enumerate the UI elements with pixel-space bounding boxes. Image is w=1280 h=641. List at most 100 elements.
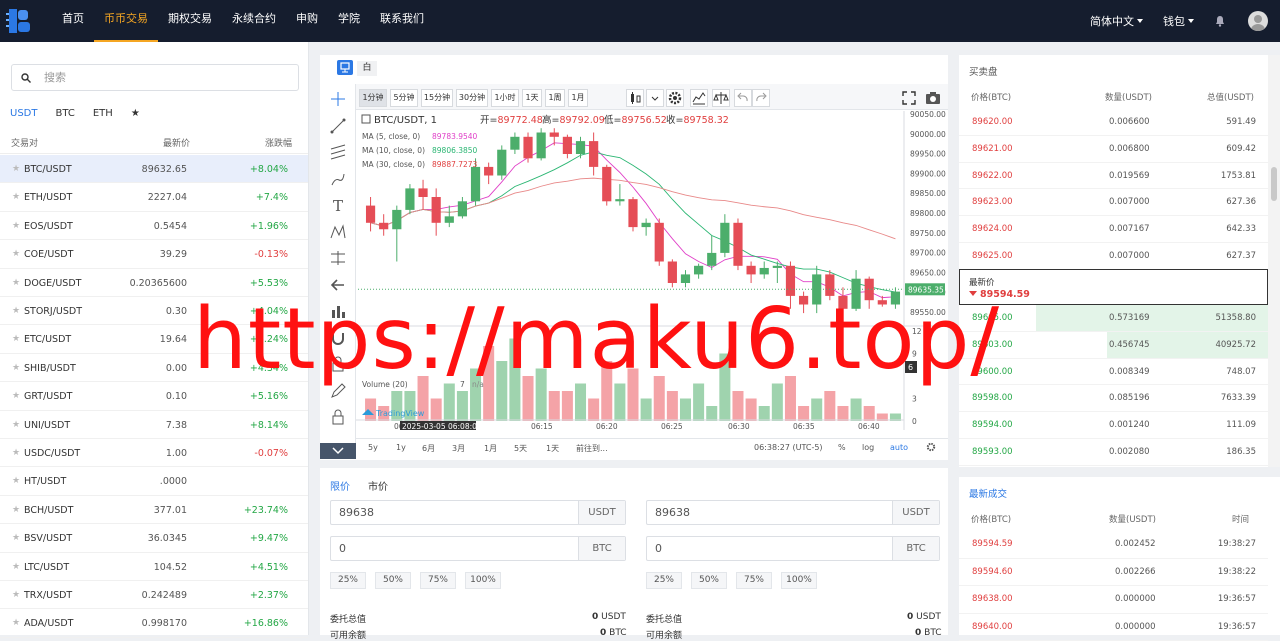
candle-type-icon[interactable] bbox=[626, 89, 644, 107]
range-button[interactable]: 5天 bbox=[514, 443, 527, 454]
market-row[interactable]: ★ ADA/USDT 0.998170 +16.86% bbox=[0, 609, 308, 638]
crosshair-icon[interactable] bbox=[329, 90, 347, 108]
buy-percent-button[interactable]: 50% bbox=[375, 572, 411, 589]
market-row[interactable]: ★ STORJ/USDT 0.30 +4.04% bbox=[0, 297, 308, 326]
pattern-icon[interactable] bbox=[329, 223, 347, 241]
market-row[interactable]: ★ BTC/USDT 89632.65 +8.04% bbox=[0, 155, 308, 184]
star-icon[interactable]: ★ bbox=[12, 562, 20, 572]
ask-row[interactable]: 89624.00 0.007167 642.33 bbox=[959, 216, 1268, 243]
bid-row[interactable]: 89605.00 0.573169 51358.80 bbox=[959, 305, 1268, 332]
interval-button[interactable]: 5分钟 bbox=[390, 89, 418, 107]
indicators-icon[interactable] bbox=[690, 89, 708, 107]
nav-link-2[interactable]: 期权交易 bbox=[158, 0, 222, 42]
ask-row[interactable]: 89623.00 0.007000 627.36 bbox=[959, 189, 1268, 217]
buy-percent-button[interactable]: 25% bbox=[330, 572, 366, 589]
sell-percent-button[interactable]: 50% bbox=[691, 572, 727, 589]
star-icon[interactable]: ★ bbox=[12, 192, 20, 202]
nav-link-5[interactable]: 学院 bbox=[328, 0, 370, 42]
interval-button[interactable]: 1周 bbox=[545, 89, 565, 107]
market-row[interactable]: ★ UNI/USDT 7.38 +8.14% bbox=[0, 411, 308, 439]
market-row[interactable]: ★ EOS/USDT 0.5454 +1.96% bbox=[0, 212, 308, 241]
nav-link-3[interactable]: 永续合约 bbox=[222, 0, 286, 42]
market-row[interactable]: ★ ETH/USDT 2227.04 +7.4% bbox=[0, 183, 308, 212]
brush-icon[interactable] bbox=[329, 170, 347, 188]
market-tab-1[interactable]: BTC bbox=[55, 108, 74, 119]
percent-scale-button[interactable]: % bbox=[838, 443, 846, 452]
star-icon[interactable]: ★ bbox=[12, 334, 20, 344]
fib-icon[interactable] bbox=[329, 143, 347, 161]
market-row[interactable]: ★ COE/USDT 39.29 -0.13% bbox=[0, 240, 308, 269]
logo-icon[interactable] bbox=[6, 7, 34, 35]
star-icon[interactable]: ★ bbox=[12, 476, 20, 486]
redo-icon[interactable] bbox=[752, 89, 770, 107]
market-row[interactable]: ★ HT/USDT .0000 bbox=[0, 467, 308, 496]
arrow-left-icon[interactable] bbox=[329, 276, 347, 294]
interval-button[interactable]: 1小时 bbox=[491, 89, 519, 107]
candlestick-chart[interactable]: 90050.00 90000.00 89950.00 89900.00 89850.00… bbox=[356, 111, 946, 430]
market-tab-3[interactable]: ★ bbox=[131, 108, 140, 119]
market-row[interactable]: ★ DOGE/USDT 0.20365600 +5.53% bbox=[0, 269, 308, 297]
interval-button[interactable]: 30分钟 bbox=[456, 89, 488, 107]
buy-amount-field[interactable]: BTC bbox=[330, 536, 626, 561]
bid-row[interactable]: 89603.00 0.456745 40925.72 bbox=[959, 331, 1268, 359]
fullscreen-icon[interactable] bbox=[900, 89, 918, 107]
sell-amount-input[interactable] bbox=[655, 542, 875, 555]
star-icon[interactable]: ★ bbox=[12, 249, 20, 259]
order-type-tab[interactable]: 市价 bbox=[368, 482, 388, 493]
bid-row[interactable]: 89594.00 0.001240 111.09 bbox=[959, 412, 1268, 439]
bell-icon[interactable] bbox=[1214, 15, 1226, 27]
range-button[interactable]: 3月 bbox=[452, 443, 465, 454]
camera-icon[interactable] bbox=[924, 89, 942, 107]
nav-link-0[interactable]: 首页 bbox=[52, 0, 94, 42]
text-icon[interactable]: T bbox=[329, 196, 347, 215]
star-icon[interactable]: ★ bbox=[12, 448, 20, 458]
star-icon[interactable]: ★ bbox=[12, 391, 20, 401]
auto-scale-button[interactable]: auto bbox=[890, 443, 908, 452]
ask-row[interactable]: 89620.00 0.006600 591.49 bbox=[959, 109, 1268, 136]
market-tab-0[interactable]: USDT bbox=[10, 108, 37, 119]
bid-row[interactable]: 89600.00 0.008349 748.07 bbox=[959, 359, 1268, 386]
market-row[interactable]: ★ BCH/USDT 377.01 +23.74% bbox=[0, 496, 308, 525]
ask-row[interactable]: 89621.00 0.006800 609.42 bbox=[959, 136, 1268, 163]
star-icon[interactable]: ★ bbox=[12, 306, 20, 316]
goto-date-button[interactable]: 前往到... bbox=[576, 443, 608, 454]
buy-price-field[interactable]: USDT bbox=[330, 500, 626, 525]
wallet-menu[interactable]: 钱包 bbox=[1163, 13, 1194, 29]
log-scale-button[interactable]: log bbox=[862, 443, 874, 452]
ask-row[interactable]: 89622.00 0.019569 1753.81 bbox=[959, 163, 1268, 190]
orderbook-scrollbar[interactable] bbox=[1268, 55, 1280, 467]
buy-percent-button[interactable]: 75% bbox=[420, 572, 456, 589]
magnet-icon[interactable] bbox=[329, 329, 347, 347]
trend-line-icon[interactable] bbox=[329, 117, 347, 135]
settings-icon[interactable] bbox=[666, 89, 684, 107]
star-icon[interactable]: ★ bbox=[12, 505, 20, 515]
undo-icon[interactable] bbox=[734, 89, 752, 107]
star-icon[interactable]: ★ bbox=[12, 420, 20, 430]
star-icon[interactable]: ★ bbox=[12, 363, 20, 373]
pencil-icon[interactable] bbox=[329, 382, 347, 400]
buy-amount-input[interactable] bbox=[339, 542, 559, 555]
sell-amount-field[interactable]: BTC bbox=[646, 536, 940, 561]
star-icon[interactable]: ★ bbox=[12, 618, 20, 628]
market-tab-2[interactable]: ETH bbox=[93, 108, 113, 119]
market-row[interactable]: ★ TRX/USDT 0.242489 +2.37% bbox=[0, 581, 308, 610]
star-icon[interactable]: ★ bbox=[12, 533, 20, 543]
settings-icon[interactable] bbox=[926, 442, 936, 454]
range-button[interactable]: 1y bbox=[396, 443, 406, 452]
monitor-mode-button[interactable] bbox=[337, 60, 353, 75]
indicator-icon[interactable] bbox=[329, 302, 347, 320]
market-row[interactable]: ★ SHIB/USDT 0.00 +4.34% bbox=[0, 354, 308, 383]
sell-price-field[interactable]: USDT bbox=[646, 500, 940, 525]
lock-icon[interactable] bbox=[329, 355, 347, 373]
search-input[interactable] bbox=[44, 69, 284, 86]
white-mode-button[interactable]: 白 bbox=[357, 61, 377, 76]
scrollbar-thumb[interactable] bbox=[1271, 167, 1277, 201]
sell-percent-button[interactable]: 100% bbox=[781, 572, 817, 589]
sell-percent-button[interactable]: 75% bbox=[736, 572, 772, 589]
language-select[interactable]: 简体中文 bbox=[1090, 13, 1143, 29]
buy-price-input[interactable] bbox=[339, 506, 559, 519]
star-icon[interactable]: ★ bbox=[12, 164, 20, 174]
sell-percent-button[interactable]: 25% bbox=[646, 572, 682, 589]
measure-icon[interactable] bbox=[329, 249, 347, 267]
avatar[interactable] bbox=[1248, 11, 1268, 31]
